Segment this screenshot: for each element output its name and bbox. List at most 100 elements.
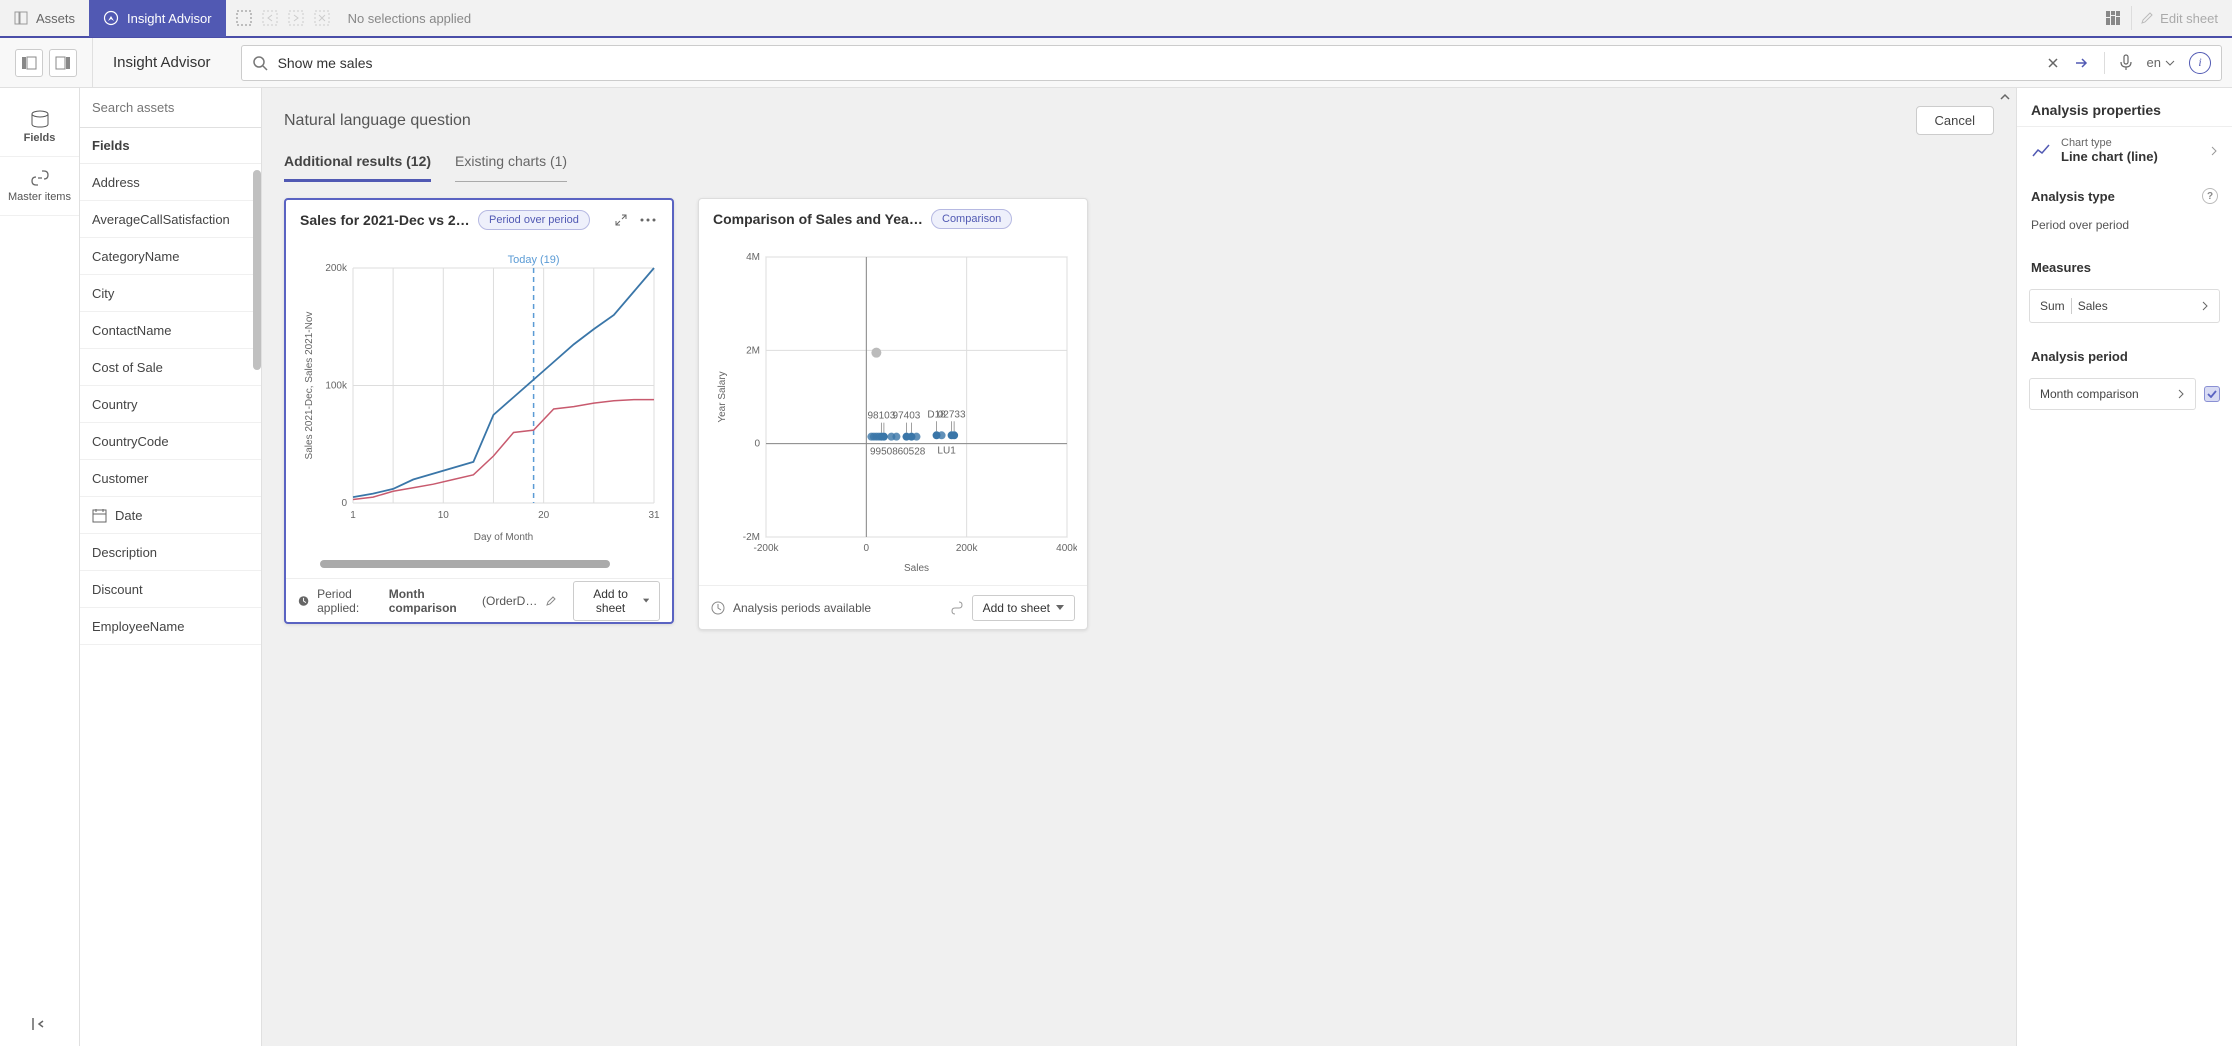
chart-type-row[interactable]: Chart type Line chart (line) <box>2017 126 2232 174</box>
field-item[interactable]: Discount <box>80 571 261 608</box>
card1-title: Sales for 2021-Dec vs 2021… <box>300 212 470 228</box>
card2-pill: Comparison <box>931 209 1012 229</box>
svg-text:200k: 200k <box>956 543 979 554</box>
svg-text:02733: 02733 <box>938 409 966 420</box>
clear-search-icon[interactable] <box>2046 56 2060 70</box>
clock-icon <box>298 594 309 608</box>
left-rail: Fields Master items <box>0 88 80 1046</box>
field-item[interactable]: CountryCode <box>80 423 261 460</box>
chevron-right-icon <box>2210 145 2218 157</box>
link-icon <box>30 169 50 187</box>
svg-text:400k: 400k <box>1056 543 1077 554</box>
search-box[interactable]: en i <box>241 45 2222 81</box>
field-list: AddressAverageCallSatisfactionCategoryNa… <box>80 164 261 1046</box>
svg-text:Sales 2021-Dec, Sales 2021-Nov: Sales 2021-Dec, Sales 2021-Nov <box>304 312 315 460</box>
chevron-right-icon <box>2201 300 2209 312</box>
svg-text:4M: 4M <box>746 252 760 263</box>
svg-text:Sales: Sales <box>904 563 929 574</box>
right-panel-toggle[interactable] <box>49 49 77 77</box>
svg-text:Day of Month: Day of Month <box>474 532 533 543</box>
field-item[interactable]: ContactName <box>80 312 261 349</box>
svg-text:200k: 200k <box>325 263 348 274</box>
clear-sel-icon[interactable] <box>312 8 332 28</box>
fields-header: Fields <box>80 128 261 164</box>
more-icon[interactable] <box>638 216 658 224</box>
top-toolbar: Assets Insight Advisor No selections app… <box>0 0 2232 38</box>
add-to-sheet-button-1[interactable]: Add to sheet <box>573 581 660 621</box>
field-item[interactable]: Date <box>80 497 261 534</box>
field-item[interactable]: CategoryName <box>80 238 261 275</box>
nlq-heading: Natural language question <box>284 112 471 130</box>
cancel-button[interactable]: Cancel <box>1916 106 1994 135</box>
field-item[interactable]: EmployeeName <box>80 608 261 645</box>
asset-pane: Fields AddressAverageCallSatisfactionCat… <box>80 88 262 1046</box>
svg-text:-200k: -200k <box>753 543 779 554</box>
asset-search-input[interactable] <box>92 100 249 115</box>
field-item[interactable]: Cost of Sale <box>80 349 261 386</box>
scatter-chart: -200k0200k400k-2M02M4M9810397403D1802733… <box>699 239 1087 585</box>
field-item[interactable]: City <box>80 275 261 312</box>
center-area: Natural language question Cancel Additio… <box>262 88 2016 1046</box>
analysis-type-value: Period over period <box>2017 218 2232 246</box>
insight-advisor-title: Insight Advisor <box>93 38 231 87</box>
svg-text:60528: 60528 <box>898 447 926 458</box>
database-icon <box>29 110 51 128</box>
insight-advisor-tab[interactable]: Insight Advisor <box>89 0 226 37</box>
svg-text:0: 0 <box>754 439 760 450</box>
edit-period-icon[interactable] <box>545 595 557 607</box>
period-applied-label: Period applied: <box>317 587 381 615</box>
step-fwd-icon[interactable] <box>286 8 306 28</box>
field-item[interactable]: Address <box>80 164 261 201</box>
period-checkbox[interactable] <box>2204 386 2220 402</box>
search-icon <box>252 55 268 71</box>
collapse-rail-icon[interactable] <box>31 1016 49 1032</box>
field-item[interactable]: Description <box>80 534 261 571</box>
pencil-icon <box>2140 11 2154 25</box>
assets-tab[interactable]: Assets <box>0 0 89 37</box>
svg-text:10: 10 <box>438 510 450 521</box>
panel-icon <box>14 11 28 25</box>
submit-search-icon[interactable] <box>2074 56 2090 70</box>
scrollbar-thumb[interactable] <box>253 170 261 370</box>
info-icon[interactable]: i <box>2189 52 2211 74</box>
left-panel-toggle[interactable] <box>15 49 43 77</box>
tab-existing-charts[interactable]: Existing charts (1) <box>455 153 567 182</box>
measure-chip[interactable]: Sum Sales <box>2029 289 2220 323</box>
rail-master-items[interactable]: Master items <box>0 157 79 216</box>
svg-text:20: 20 <box>538 510 550 521</box>
svg-text:0: 0 <box>341 498 347 509</box>
field-item[interactable]: Customer <box>80 460 261 497</box>
search-row: Insight Advisor en i <box>0 38 2232 88</box>
svg-text:-2M: -2M <box>743 532 760 543</box>
mic-icon[interactable] <box>2119 54 2133 72</box>
svg-text:31: 31 <box>648 510 660 521</box>
help-icon[interactable]: ? <box>2202 188 2218 204</box>
collapse-panel-icon[interactable] <box>1998 92 2012 102</box>
edit-sheet-button[interactable]: Edit sheet <box>2140 11 2218 26</box>
field-item[interactable]: AverageCallSatisfaction <box>80 201 261 238</box>
card1-pill: Period over period <box>478 210 590 230</box>
step-back-icon[interactable] <box>260 8 280 28</box>
dropdown-caret-icon <box>1056 605 1064 611</box>
svg-text:2M: 2M <box>746 345 760 356</box>
clock-outline-icon <box>711 601 725 615</box>
svg-text:98103: 98103 <box>867 411 895 422</box>
period-chip[interactable]: Month comparison <box>2029 378 2196 410</box>
add-to-sheet-button-2[interactable]: Add to sheet <box>972 595 1075 621</box>
chevron-right-icon <box>2177 388 2185 400</box>
field-item[interactable]: Country <box>80 386 261 423</box>
expand-icon[interactable] <box>612 211 630 229</box>
tab-additional-results[interactable]: Additional results (12) <box>284 153 431 182</box>
language-selector[interactable]: en <box>2147 55 2175 70</box>
chart-card-2[interactable]: Comparison of Sales and Year S… Comparis… <box>698 198 1088 630</box>
grid-icon[interactable] <box>2103 8 2123 28</box>
chart-card-1[interactable]: Sales for 2021-Dec vs 2021… Period over … <box>284 198 674 624</box>
smart-select-icon[interactable] <box>234 8 254 28</box>
chart-scrollbar[interactable] <box>300 560 658 570</box>
rail-fields[interactable]: Fields <box>0 98 79 157</box>
search-input[interactable] <box>278 55 2046 71</box>
svg-text:LU1: LU1 <box>937 445 956 456</box>
compass-icon <box>103 10 119 26</box>
link-chart-icon[interactable] <box>950 601 964 615</box>
dropdown-caret-icon <box>643 598 649 604</box>
